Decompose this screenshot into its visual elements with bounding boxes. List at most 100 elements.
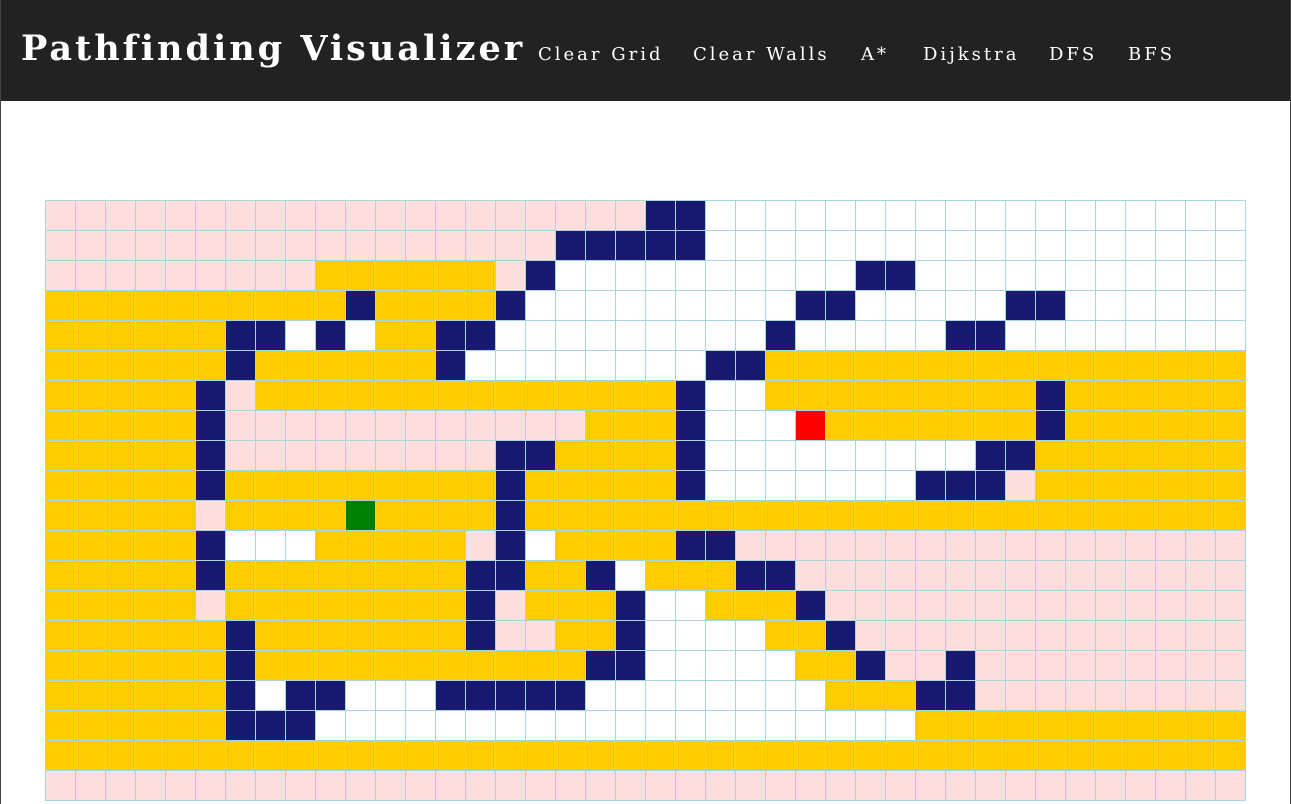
grid-cell-empty[interactable] bbox=[736, 681, 766, 711]
grid-cell-wall[interactable] bbox=[766, 321, 796, 351]
grid-cell-wall[interactable] bbox=[586, 561, 616, 591]
grid-cell-path[interactable] bbox=[166, 681, 196, 711]
grid-cell-empty[interactable] bbox=[1126, 261, 1156, 291]
grid-cell-path[interactable] bbox=[166, 591, 196, 621]
grid-cell-path[interactable] bbox=[46, 321, 76, 351]
grid-cell-path[interactable] bbox=[826, 351, 856, 381]
grid-cell-wall[interactable] bbox=[946, 321, 976, 351]
grid-cell-wall[interactable] bbox=[856, 261, 886, 291]
grid-cell-path[interactable] bbox=[976, 351, 1006, 381]
grid-cell-wall[interactable] bbox=[526, 441, 556, 471]
grid-cell-wall[interactable] bbox=[556, 231, 586, 261]
grid-cell-visited[interactable] bbox=[1096, 651, 1126, 681]
grid-cell-path[interactable] bbox=[256, 621, 286, 651]
grid-cell-wall[interactable] bbox=[796, 291, 826, 321]
grid-cell-path[interactable] bbox=[346, 381, 376, 411]
grid-cell-path[interactable] bbox=[226, 291, 256, 321]
grid-cell-visited[interactable] bbox=[886, 651, 916, 681]
grid-cell-empty[interactable] bbox=[916, 201, 946, 231]
grid-cell-path[interactable] bbox=[856, 351, 886, 381]
grid-cell-empty[interactable] bbox=[1156, 321, 1186, 351]
grid-cell-visited[interactable] bbox=[226, 381, 256, 411]
grid-cell-empty[interactable] bbox=[1186, 201, 1216, 231]
grid-cell-empty[interactable] bbox=[796, 231, 826, 261]
grid-cell-path[interactable] bbox=[376, 621, 406, 651]
grid-cell-wall[interactable] bbox=[1006, 291, 1036, 321]
grid-cell-visited[interactable] bbox=[1036, 681, 1066, 711]
grid-cell-empty[interactable] bbox=[1186, 231, 1216, 261]
grid-cell-empty[interactable] bbox=[646, 711, 676, 741]
grid-cell-path[interactable] bbox=[436, 621, 466, 651]
grid-cell-path[interactable] bbox=[46, 531, 76, 561]
grid-cell-wall[interactable] bbox=[496, 291, 526, 321]
grid-cell-visited[interactable] bbox=[856, 771, 886, 801]
grid-cell-path[interactable] bbox=[256, 561, 286, 591]
grid-cell-path[interactable] bbox=[586, 621, 616, 651]
grid-cell-visited[interactable] bbox=[346, 231, 376, 261]
grid-cell-empty[interactable] bbox=[436, 711, 466, 741]
grid-cell-visited[interactable] bbox=[766, 771, 796, 801]
grid-cell-empty[interactable] bbox=[676, 711, 706, 741]
grid-cell-visited[interactable] bbox=[256, 441, 286, 471]
grid-cell-visited[interactable] bbox=[196, 501, 226, 531]
grid-cell-path[interactable] bbox=[796, 501, 826, 531]
grid-cell-empty[interactable] bbox=[706, 621, 736, 651]
grid-cell-path[interactable] bbox=[436, 291, 466, 321]
grid-cell-wall[interactable] bbox=[196, 561, 226, 591]
grid-cell-visited[interactable] bbox=[1216, 591, 1246, 621]
grid-cell-visited[interactable] bbox=[76, 261, 106, 291]
grid-cell-path[interactable] bbox=[976, 381, 1006, 411]
grid-cell-empty[interactable] bbox=[826, 231, 856, 261]
grid-cell-path[interactable] bbox=[136, 501, 166, 531]
grid-cell-path[interactable] bbox=[946, 501, 976, 531]
grid-cell-empty[interactable] bbox=[706, 711, 736, 741]
grid-cell-path[interactable] bbox=[946, 411, 976, 441]
grid-cell-wall[interactable] bbox=[556, 681, 586, 711]
grid-cell-empty[interactable] bbox=[556, 351, 586, 381]
grid-cell-path[interactable] bbox=[676, 741, 706, 771]
grid-cell-path[interactable] bbox=[826, 501, 856, 531]
grid-cell-path[interactable] bbox=[466, 651, 496, 681]
grid-cell-path[interactable] bbox=[376, 291, 406, 321]
grid-cell-path[interactable] bbox=[856, 381, 886, 411]
grid-cell-empty[interactable] bbox=[616, 681, 646, 711]
grid-cell-path[interactable] bbox=[1156, 471, 1186, 501]
grid-cell-path[interactable] bbox=[826, 411, 856, 441]
grid-cell-path[interactable] bbox=[616, 531, 646, 561]
grid-cell-path[interactable] bbox=[436, 381, 466, 411]
grid-cell-empty[interactable] bbox=[556, 261, 586, 291]
grid-cell-empty[interactable] bbox=[826, 441, 856, 471]
grid-cell-wall[interactable] bbox=[226, 651, 256, 681]
grid-cell-empty[interactable] bbox=[646, 321, 676, 351]
grid-cell-visited[interactable] bbox=[1066, 771, 1096, 801]
grid-cell-path[interactable] bbox=[1006, 411, 1036, 441]
grid-cell-path[interactable] bbox=[46, 291, 76, 321]
grid-cell-visited[interactable] bbox=[1186, 651, 1216, 681]
grid-cell-path[interactable] bbox=[496, 651, 526, 681]
grid-cell-path[interactable] bbox=[586, 501, 616, 531]
grid-cell-visited[interactable] bbox=[1006, 771, 1036, 801]
grid-cell-path[interactable] bbox=[136, 471, 166, 501]
grid-cell-path[interactable] bbox=[1126, 381, 1156, 411]
grid-cell-empty[interactable] bbox=[1216, 261, 1246, 291]
grid-cell-empty[interactable] bbox=[676, 291, 706, 321]
grid-cell-visited[interactable] bbox=[1216, 771, 1246, 801]
grid-cell-wall[interactable] bbox=[736, 561, 766, 591]
grid-cell-visited[interactable] bbox=[1126, 681, 1156, 711]
grid-cell-visited[interactable] bbox=[496, 231, 526, 261]
grid-cell-path[interactable] bbox=[526, 471, 556, 501]
grid-cell-empty[interactable] bbox=[646, 591, 676, 621]
grid-cell-wall[interactable] bbox=[496, 501, 526, 531]
grid-cell-path[interactable] bbox=[796, 621, 826, 651]
grid-cell-wall[interactable] bbox=[316, 321, 346, 351]
grid-cell-visited[interactable] bbox=[1186, 621, 1216, 651]
grid-cell-visited[interactable] bbox=[166, 261, 196, 291]
grid-cell-path[interactable] bbox=[436, 261, 466, 291]
grid-cell-empty[interactable] bbox=[256, 531, 286, 561]
grid-cell-visited[interactable] bbox=[676, 771, 706, 801]
grid-cell-path[interactable] bbox=[946, 711, 976, 741]
grid-cell-path[interactable] bbox=[1036, 741, 1066, 771]
grid-cell-wall[interactable] bbox=[706, 351, 736, 381]
grid-cell-empty[interactable] bbox=[616, 261, 646, 291]
grid-cell-path[interactable] bbox=[316, 291, 346, 321]
